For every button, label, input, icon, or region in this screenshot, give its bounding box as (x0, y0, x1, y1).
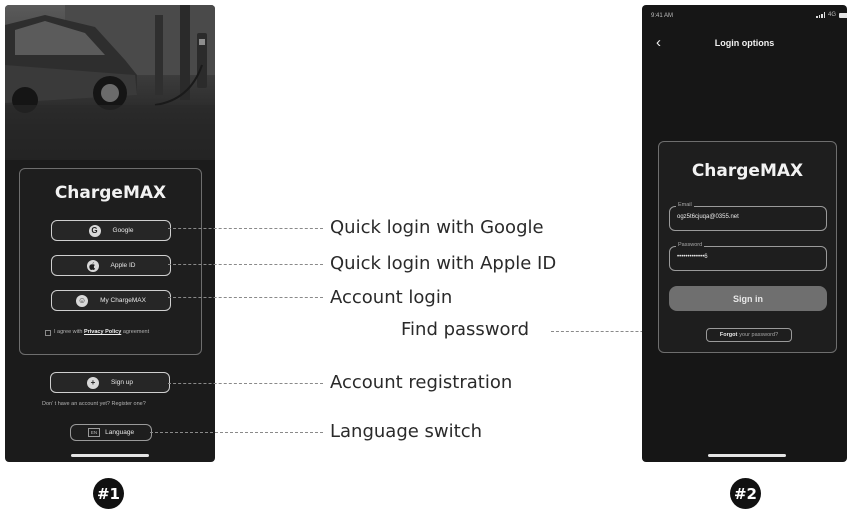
hero-car-image (5, 5, 215, 160)
home-indicator (71, 454, 149, 457)
annotation-leader-google (168, 228, 323, 229)
login-card: ChargeMAX G Google Apple ID ☺ My ChargeM… (19, 168, 202, 355)
brand-logo-text: ChargeMAX (54, 183, 167, 203)
password-field[interactable]: Password •••••••••••••6 (669, 242, 827, 271)
forgot-password-button[interactable]: Forgot your password? (706, 328, 792, 342)
google-login-label: Google (112, 227, 134, 234)
status-icons: 4G (816, 12, 847, 18)
sign-up-label: Sign up (110, 379, 134, 386)
login-options-phone: 9:41 AM 4G ‹ Login options ChargeMAX Ema… (642, 5, 847, 462)
forgot-rest-text: your password? (739, 332, 779, 338)
add-user-icon: + (86, 376, 99, 389)
account-login-label: My ChargeMAX (100, 297, 146, 304)
apple-icon (86, 259, 99, 272)
email-field[interactable]: Email ogz5t6cjuqa@0355.net (669, 202, 827, 231)
register-hint[interactable]: Don’ t have an account yet? Register one… (42, 401, 146, 407)
agreement-text: I agree with Privacy Policy agreement (54, 329, 149, 335)
annotation-find-password: Find password (401, 319, 530, 340)
screen-badge-2: #2 (730, 478, 761, 509)
password-value: •••••••••••••6 (677, 254, 708, 260)
annotation-apple: Quick login with Apple ID (330, 253, 557, 274)
brand-logo-text: ChargeMAX (691, 161, 804, 181)
language-icon: EN (87, 428, 101, 437)
annotation-leader-account (168, 297, 323, 298)
account-login-button[interactable]: ☺ My ChargeMAX (51, 290, 171, 311)
language-button[interactable]: EN Language (70, 424, 152, 441)
battery-icon (839, 12, 847, 18)
annotation-leader-language (150, 432, 323, 433)
email-label: Email (676, 202, 694, 208)
agreement-prefix: I agree with (54, 329, 83, 335)
signal-icon (816, 12, 825, 18)
password-label: Password (676, 242, 705, 248)
sign-up-button[interactable]: + Sign up (50, 372, 170, 393)
annotation-account: Account login (330, 287, 453, 308)
login-screen-phone: ChargeMAX G Google Apple ID ☺ My ChargeM… (5, 5, 215, 462)
home-indicator (708, 454, 786, 457)
annotation-google: Quick login with Google (330, 217, 544, 238)
network-type: 4G (828, 12, 837, 18)
forgot-bold-text: Forgot (719, 332, 738, 338)
user-icon: ☺ (76, 294, 89, 307)
annotation-leader-registration (168, 383, 323, 384)
google-icon: G (88, 224, 101, 237)
annotation-language: Language switch (330, 421, 483, 442)
apple-login-label: Apple ID (110, 262, 136, 269)
annotation-registration: Account registration (330, 372, 513, 393)
email-value: ogz5t6cjuqa@0355.net (677, 214, 739, 220)
page-title: Login options (714, 38, 775, 48)
status-time: 9:41 AM (651, 13, 674, 19)
agreement-suffix: agreement (122, 329, 150, 335)
google-login-button[interactable]: G Google (51, 220, 171, 241)
privacy-policy-link[interactable]: Privacy Policy (84, 329, 121, 335)
agreement-checkbox[interactable] (45, 330, 51, 336)
screen-badge-1: #1 (93, 478, 124, 509)
sign-in-button[interactable]: Sign in (669, 286, 827, 311)
annotation-leader-apple (168, 264, 323, 265)
car-illustration (5, 5, 215, 160)
login-form-card: ChargeMAX Email ogz5t6cjuqa@0355.net Pas… (658, 141, 837, 353)
language-label: Language (105, 429, 135, 436)
apple-login-button[interactable]: Apple ID (51, 255, 171, 276)
